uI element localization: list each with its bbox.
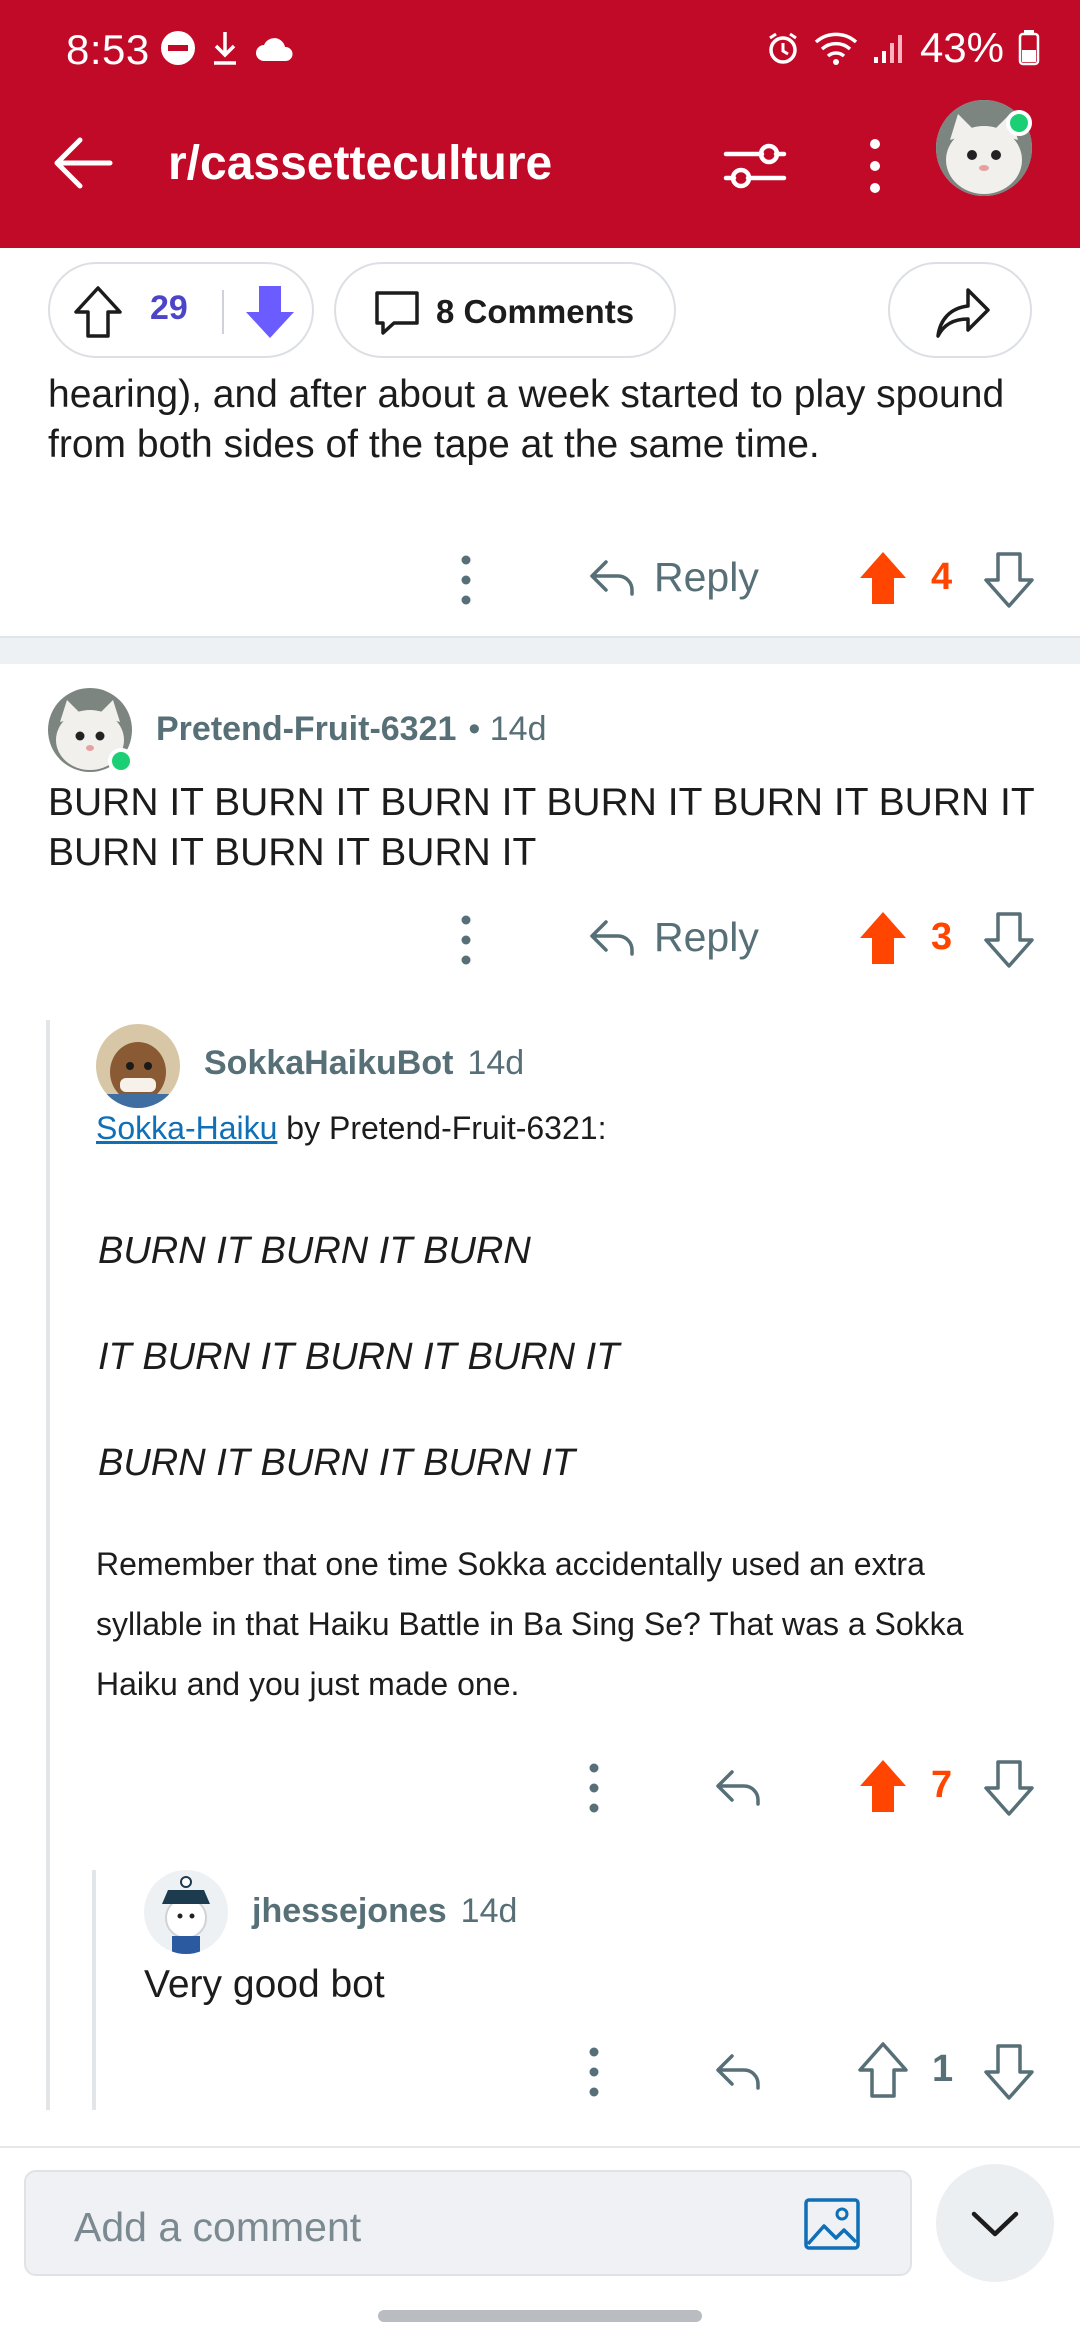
comment-body: Very good bot [144, 1963, 385, 2006]
comment-author[interactable]: jhessejones [252, 1892, 447, 1931]
upvote-icon[interactable] [858, 1758, 908, 1814]
share-icon [936, 288, 990, 338]
avatar[interactable] [144, 1870, 228, 1954]
image-icon[interactable] [802, 2194, 862, 2254]
comments-count-label: 8 Comments [436, 293, 635, 330]
status-time: 8:53 [66, 26, 150, 73]
battery-icon [1018, 30, 1040, 66]
app-bar: r/cassetteculture [0, 100, 1080, 248]
comment-icon [375, 291, 419, 335]
status-icons-left [160, 30, 294, 66]
downvote-icon[interactable] [984, 1760, 1034, 1816]
comment-actions: Reply 4 [0, 546, 1080, 616]
downvote-icon[interactable] [984, 2044, 1034, 2100]
comment-score: 3 [931, 916, 953, 958]
comments-button[interactable]: 8 Comments [334, 262, 676, 358]
post-action-row: 29 8 Comments [0, 262, 1080, 358]
haiku-byline: Sokka-Haiku by Pretend-Fruit-6321: [96, 1110, 606, 1147]
subreddit-title[interactable]: r/cassetteculture [168, 136, 552, 191]
comment-score: 7 [931, 1764, 953, 1806]
comment-header: SokkaHaikuBot 14d [204, 1044, 524, 1083]
filter-icon[interactable] [722, 136, 788, 196]
comment-body: hearing), and after about a week started… [48, 373, 1005, 466]
online-status-dot [1006, 110, 1032, 136]
avatar[interactable] [96, 1024, 180, 1108]
collapse-button[interactable] [936, 2164, 1054, 2282]
add-comment-placeholder: Add a comment [74, 2204, 362, 2250]
bot-note: Remember that one time Sokka accidentall… [96, 1546, 964, 1702]
comment-age: • 14d [468, 710, 547, 748]
upvote-icon[interactable] [858, 550, 908, 606]
reply-button[interactable]: Reply [588, 554, 759, 601]
comment-score: 4 [931, 556, 953, 598]
chevron-down-icon [971, 2211, 1019, 2237]
reply-label: Reply [654, 554, 759, 600]
reply-icon [590, 559, 634, 596]
dnd-icon [161, 31, 195, 65]
downvote-icon[interactable] [242, 282, 298, 342]
sokka-haiku-link[interactable]: Sokka-Haiku [96, 1110, 277, 1146]
more-icon[interactable] [584, 2044, 604, 2100]
more-icon[interactable] [456, 912, 476, 968]
reply-label: Reply [654, 914, 759, 960]
reply-icon[interactable] [714, 2052, 762, 2092]
comment-actions: 1 [0, 2038, 1080, 2108]
comment-actions: Reply 3 [0, 906, 1080, 976]
byline-text: by Pretend-Fruit-6321: [277, 1110, 607, 1146]
comment-author[interactable]: Pretend-Fruit-6321 [156, 710, 456, 749]
back-arrow-icon[interactable] [48, 128, 118, 198]
alarm-icon [769, 32, 797, 64]
reply-icon[interactable] [714, 1768, 762, 1808]
haiku-line: IT BURN IT BURN IT BURN IT [98, 1336, 620, 1378]
post-vote-pill: 29 [48, 262, 314, 358]
download-icon [214, 32, 236, 65]
comment-age: 14d [467, 1044, 525, 1082]
signal-icon [873, 35, 902, 63]
upvote-icon[interactable] [858, 2042, 908, 2098]
downvote-icon[interactable] [984, 912, 1034, 968]
comment-actions: 7 [0, 1754, 1080, 1824]
more-icon[interactable] [456, 552, 476, 608]
comment-body: BURN IT BURN IT BURN IT BURN IT BURN IT … [48, 781, 1034, 874]
cloud-icon [256, 38, 293, 61]
wifi-icon [814, 32, 858, 65]
post-score: 29 [150, 289, 188, 327]
upvote-icon[interactable] [72, 284, 124, 340]
more-vert-icon[interactable] [860, 134, 890, 198]
downvote-icon[interactable] [984, 552, 1034, 608]
online-status-dot [108, 748, 134, 774]
haiku-line: BURN IT BURN IT BURN IT [98, 1442, 576, 1484]
home-indicator[interactable] [378, 2310, 702, 2322]
more-icon[interactable] [584, 1760, 604, 1816]
comment-header: jhessejones 14d [252, 1892, 517, 1931]
reply-icon [590, 919, 634, 956]
vote-separator [222, 290, 224, 334]
comment-score: 1 [932, 2048, 954, 2090]
upvote-icon[interactable] [858, 910, 908, 966]
comment-divider [0, 636, 1080, 664]
thread-line[interactable] [46, 1020, 50, 2110]
share-button[interactable] [888, 262, 1032, 358]
comment-header: Pretend-Fruit-6321 • 14d [156, 710, 546, 749]
status-icons-right: 43% [766, 24, 1040, 72]
comment-age: 14d [460, 1892, 518, 1930]
add-comment-input[interactable]: Add a comment [24, 2170, 912, 2276]
haiku-line: BURN IT BURN IT BURN [98, 1230, 531, 1272]
battery-percent: 43% [919, 24, 1004, 71]
app-header: 8:53 43% r/cassetteculture [0, 0, 1080, 248]
reply-button[interactable]: Reply [588, 914, 759, 961]
status-bar: 8:53 43% [0, 0, 1080, 100]
comment-author[interactable]: SokkaHaikuBot [204, 1044, 453, 1083]
